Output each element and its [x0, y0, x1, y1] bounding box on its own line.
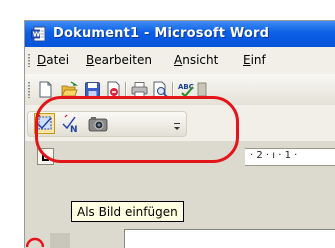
vertical-ruler[interactable] [50, 233, 70, 248]
svg-text:W: W [33, 31, 41, 39]
menu-bearbeiten-rest: earbeiten [94, 53, 152, 67]
menu-datei-rest: atei [46, 53, 70, 67]
word-window: W Dokument1 - Microsoft Word Datei Bearb… [24, 20, 335, 248]
menu-ansicht[interactable]: Ansicht [174, 53, 218, 67]
menu-einfuegen-rest: inf [250, 53, 266, 67]
highlight-ring [35, 96, 239, 163]
menu-ansicht-accel: A [174, 53, 183, 67]
standard-toolbar-grip[interactable] [28, 82, 30, 98]
ruler-marks: · 2 · ı · 1 · [250, 150, 298, 161]
horizontal-ruler[interactable]: · 2 · ı · 1 · [245, 148, 335, 166]
window-title: Dokument1 - Microsoft Word [53, 26, 270, 41]
new-document-icon[interactable] [37, 81, 54, 98]
menu-datei-accel: D [37, 53, 47, 67]
menubar-grip[interactable] [28, 54, 30, 67]
menu-bar: Datei Bearbeiten Ansicht Einf [25, 47, 335, 74]
menu-ansicht-rest: nsicht [182, 53, 219, 67]
tooltip: Als Bild einfügen [71, 201, 184, 222]
word-document-icon: W [31, 26, 46, 42]
menu-datei[interactable]: Datei [37, 53, 69, 67]
menu-bearbeiten[interactable]: Bearbeiten [86, 53, 152, 67]
title-bar[interactable]: W Dokument1 - Microsoft Word [25, 21, 335, 47]
document-page[interactable] [124, 229, 335, 248]
menu-bearbeiten-accel: B [86, 53, 95, 67]
menu-einfuegen-accel: E [243, 53, 251, 67]
circle-annotation-icon [26, 237, 44, 247]
menu-einfuegen[interactable]: Einf [243, 53, 266, 67]
